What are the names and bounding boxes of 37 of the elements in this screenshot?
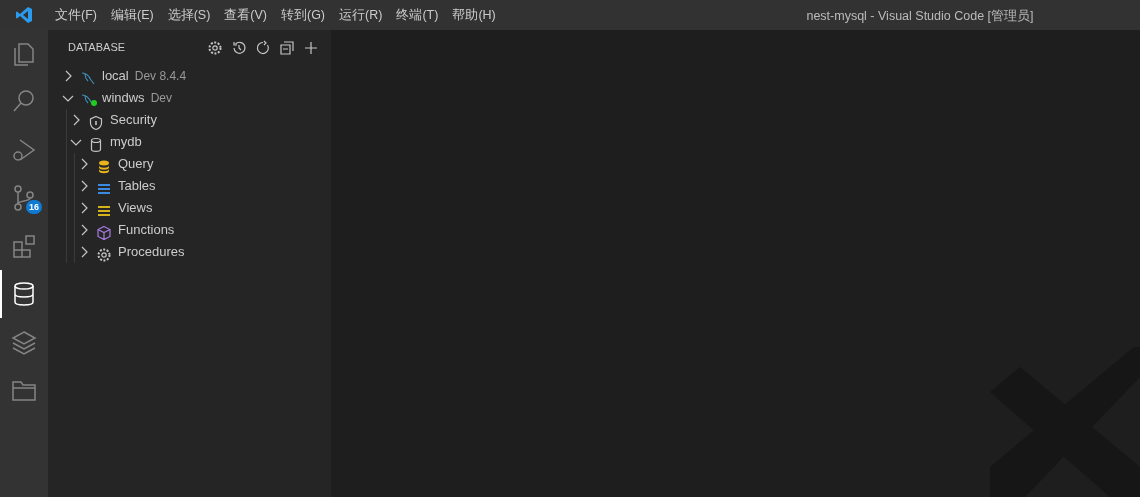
refresh-icon[interactable] [255, 39, 271, 56]
connection-description: Dev 8.4.4 [134, 68, 187, 85]
panel-title: DATABASE [68, 40, 127, 56]
database-stack-icon [96, 158, 112, 175]
cube-icon [96, 224, 112, 241]
tree-item[interactable]: Views [48, 197, 331, 219]
gear-icon [96, 246, 112, 263]
tree-item[interactable]: mydb [48, 131, 331, 153]
menu-item[interactable]: 转到(G) [274, 5, 333, 25]
collapse-all-icon[interactable] [279, 39, 295, 56]
menu-item[interactable]: 编辑(E) [103, 5, 161, 25]
menu-item[interactable]: 运行(R) [332, 5, 390, 25]
extensions-icon[interactable] [10, 232, 38, 260]
menu-item[interactable]: 文件(F) [48, 5, 104, 25]
history-icon[interactable] [231, 39, 247, 56]
tree-item[interactable]: Procedures [48, 241, 331, 263]
menu-item[interactable]: 选择(S) [160, 5, 218, 25]
tree-item[interactable]: windws Dev [48, 87, 331, 109]
connection-description: Dev [150, 90, 172, 107]
layers-icon[interactable] [10, 328, 38, 356]
settings-icon[interactable] [207, 39, 223, 56]
tree-item[interactable]: Tables [48, 175, 331, 197]
shield-icon [88, 114, 104, 131]
menu-item[interactable]: 查看(V) [217, 5, 274, 25]
dolphin-icon [80, 70, 96, 87]
count-badge: 16 [26, 200, 42, 214]
menu-item[interactable]: 帮助(H) [445, 5, 503, 25]
tree-item[interactable]: local Dev 8.4.4 [48, 65, 331, 87]
run-debug-icon[interactable] [10, 136, 38, 164]
window-title: nest-mysql - Visual Studio Code [管理员] [805, 8, 1035, 25]
menu-item[interactable]: 终端(T) [389, 5, 446, 25]
tree-item[interactable]: Functions [48, 219, 331, 241]
tree-item[interactable]: Query [48, 153, 331, 175]
tree-item[interactable]: Security [48, 109, 331, 131]
add-icon[interactable] [303, 39, 319, 56]
database-icon [88, 136, 104, 153]
app-logo-icon [15, 6, 33, 24]
